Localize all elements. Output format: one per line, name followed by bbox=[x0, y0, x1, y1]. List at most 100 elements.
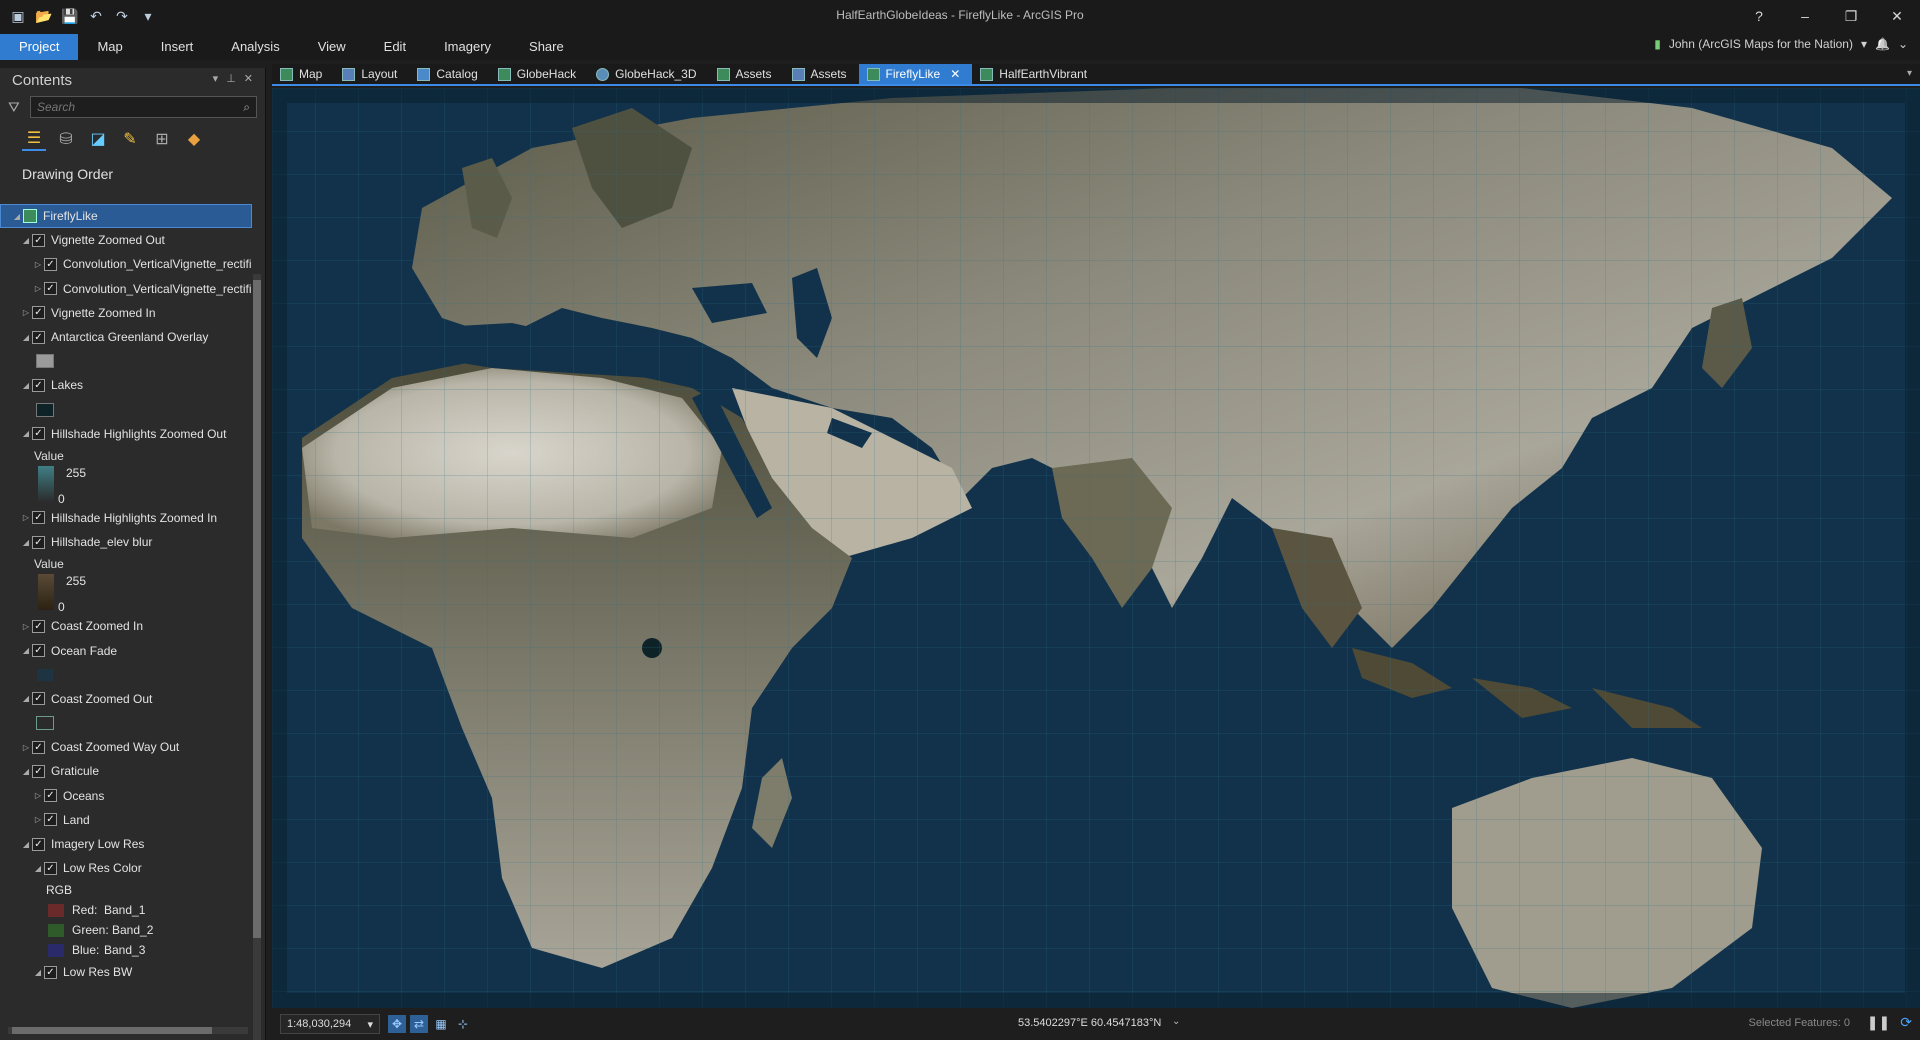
layer-row[interactable]: ▷ ✓ Convolution_VerticalVignette_rectifi… bbox=[0, 277, 252, 301]
tab-insert[interactable]: Insert bbox=[142, 34, 213, 60]
list-by-drawing-order-icon[interactable]: ☰ bbox=[22, 127, 46, 151]
collapse-icon[interactable]: ◢ bbox=[20, 429, 32, 438]
green-band-swatch[interactable] bbox=[48, 923, 64, 937]
tab-assets-map[interactable]: Assets bbox=[709, 64, 784, 84]
tab-analysis[interactable]: Analysis bbox=[212, 34, 298, 60]
collapse-icon[interactable]: ◢ bbox=[20, 840, 32, 849]
close-button[interactable]: ✕ bbox=[1874, 0, 1920, 32]
pane-pin-icon[interactable]: ⊥ bbox=[226, 72, 236, 88]
tab-fireflylike[interactable]: FireflyLike ✕ bbox=[858, 64, 973, 84]
user-menu-caret-icon[interactable]: ▾ bbox=[1861, 37, 1867, 51]
notification-bell-icon[interactable]: 🔔 bbox=[1875, 37, 1890, 51]
refresh-icon[interactable]: ⟳ bbox=[1900, 1014, 1912, 1031]
signed-in-user[interactable]: John (ArcGIS Maps for the Nation) bbox=[1669, 37, 1853, 51]
search-input[interactable] bbox=[37, 100, 244, 114]
scrollbar-thumb[interactable] bbox=[12, 1027, 212, 1034]
symbol-swatch[interactable] bbox=[36, 716, 54, 731]
layer-checkbox[interactable]: ✓ bbox=[32, 740, 45, 754]
layer-row[interactable]: ◢ ✓ Lakes bbox=[0, 373, 252, 397]
list-by-labeling-icon[interactable]: ◆ bbox=[182, 127, 206, 151]
layer-checkbox[interactable]: ✓ bbox=[44, 282, 57, 296]
expand-icon[interactable]: ▷ bbox=[32, 284, 44, 293]
toggle-view-icon[interactable]: ⇄ bbox=[410, 1015, 428, 1033]
tab-map[interactable]: Map bbox=[78, 34, 141, 60]
tab-edit[interactable]: Edit bbox=[365, 34, 425, 60]
layer-checkbox[interactable]: ✓ bbox=[32, 511, 45, 525]
tab-assets-layout[interactable]: Assets bbox=[784, 64, 859, 84]
layer-checkbox[interactable]: ✓ bbox=[44, 861, 57, 875]
tab-imagery[interactable]: Imagery bbox=[425, 34, 510, 60]
layer-checkbox[interactable]: ✓ bbox=[44, 813, 57, 827]
collapse-icon[interactable]: ◢ bbox=[20, 538, 32, 547]
layer-row[interactable]: ◢ ✓ Hillshade_elev blur bbox=[0, 530, 252, 554]
tab-map-view[interactable]: Map bbox=[272, 64, 334, 84]
layer-checkbox[interactable]: ✓ bbox=[32, 535, 45, 549]
collapse-icon[interactable]: ◢ bbox=[20, 694, 32, 703]
layer-checkbox[interactable]: ✓ bbox=[32, 644, 45, 658]
layer-checkbox[interactable]: ✓ bbox=[44, 257, 57, 271]
layer-row[interactable]: ▷ ✓ Convolution_VerticalVignette_rectifi… bbox=[0, 252, 252, 276]
layer-checkbox[interactable]: ✓ bbox=[32, 764, 45, 778]
map-canvas[interactable] bbox=[272, 88, 1920, 1008]
tab-layout-view[interactable]: Layout bbox=[334, 64, 409, 84]
coordinate-format-dropdown-icon[interactable]: ⌄ bbox=[1172, 1016, 1180, 1027]
layer-row[interactable]: ◢ ✓ Low Res BW bbox=[0, 960, 252, 984]
layer-row[interactable]: ▷ ✓ Coast Zoomed In bbox=[0, 614, 252, 638]
pause-drawing-icon[interactable]: ❚❚ bbox=[1867, 1014, 1890, 1031]
expand-icon[interactable]: ▷ bbox=[20, 622, 32, 631]
expand-icon[interactable]: ▷ bbox=[20, 513, 32, 522]
layer-row[interactable]: ◢ ✓ Coast Zoomed Out bbox=[0, 687, 252, 711]
scrollbar-thumb[interactable] bbox=[253, 280, 261, 938]
layer-checkbox[interactable]: ✓ bbox=[32, 330, 45, 344]
red-band-swatch[interactable] bbox=[48, 903, 64, 917]
collapse-icon[interactable]: ◢ bbox=[20, 333, 32, 342]
help-button[interactable]: ? bbox=[1736, 0, 1782, 32]
tab-view[interactable]: View bbox=[299, 34, 365, 60]
search-icon[interactable]: ⌕ bbox=[243, 100, 250, 115]
expand-icon[interactable]: ▷ bbox=[20, 743, 32, 752]
tab-catalog-view[interactable]: Catalog bbox=[409, 64, 489, 84]
tab-project[interactable]: Project bbox=[0, 34, 79, 60]
expand-icon[interactable]: ▷ bbox=[32, 791, 44, 800]
symbol-swatch[interactable] bbox=[36, 354, 54, 369]
layer-row[interactable]: ▷ ✓ Oceans bbox=[0, 784, 252, 808]
layer-checkbox[interactable]: ✓ bbox=[32, 378, 45, 392]
collapse-icon[interactable]: ◢ bbox=[20, 381, 32, 390]
collapse-icon[interactable]: ◢ bbox=[20, 236, 32, 245]
pane-close-icon[interactable]: ✕ bbox=[244, 72, 253, 88]
list-by-data-source-icon[interactable]: ⛁ bbox=[54, 127, 78, 151]
layer-checkbox[interactable]: ✓ bbox=[32, 306, 45, 320]
navigation-tool-icon[interactable]: ✥ bbox=[388, 1015, 406, 1033]
pane-options-icon[interactable]: ▾ bbox=[213, 72, 219, 88]
layer-row[interactable]: ◢ ✓ Ocean Fade bbox=[0, 638, 252, 662]
expand-icon[interactable]: ▷ bbox=[20, 308, 32, 317]
restore-button[interactable]: ❐ bbox=[1828, 0, 1874, 32]
symbol-swatch[interactable] bbox=[36, 667, 54, 682]
layer-checkbox[interactable]: ✓ bbox=[32, 692, 45, 706]
selected-features-count[interactable]: Selected Features: 0 bbox=[1748, 1017, 1850, 1029]
blue-band-swatch[interactable] bbox=[48, 943, 64, 957]
layer-checkbox[interactable]: ✓ bbox=[44, 965, 57, 979]
ribbon-collapse-icon[interactable]: ⌄ bbox=[1898, 37, 1908, 51]
map-node-fireflylike[interactable]: ◢ FireflyLike bbox=[0, 204, 252, 229]
minimize-button[interactable]: – bbox=[1782, 0, 1828, 32]
filter-icon[interactable]: ⛛ bbox=[8, 99, 24, 116]
tab-globehack-3d[interactable]: GlobeHack_3D bbox=[588, 64, 708, 84]
layer-checkbox[interactable]: ✓ bbox=[44, 789, 57, 803]
layer-checkbox[interactable]: ✓ bbox=[32, 233, 45, 247]
color-ramp[interactable] bbox=[38, 574, 54, 611]
tab-globehack[interactable]: GlobeHack bbox=[490, 64, 588, 84]
layer-row[interactable]: ▷ ✓ Hillshade Highlights Zoomed In bbox=[0, 506, 252, 530]
contents-horizontal-scrollbar[interactable] bbox=[8, 1027, 248, 1034]
layer-row[interactable]: ◢ ✓ Vignette Zoomed Out bbox=[0, 228, 252, 252]
collapse-icon[interactable]: ◢ bbox=[20, 646, 32, 655]
list-by-editing-icon[interactable]: ✎ bbox=[118, 127, 142, 151]
snapping-icon[interactable]: ⊹ bbox=[454, 1015, 472, 1033]
collapse-icon[interactable]: ◢ bbox=[32, 864, 44, 873]
color-ramp[interactable] bbox=[38, 465, 54, 502]
collapse-icon[interactable]: ◢ bbox=[32, 968, 44, 977]
expand-icon[interactable]: ▷ bbox=[32, 815, 44, 824]
close-tab-icon[interactable]: ✕ bbox=[950, 67, 960, 81]
layer-row[interactable]: ◢ ✓ Graticule bbox=[0, 759, 252, 783]
layer-row[interactable]: ▷ ✓ Land bbox=[0, 808, 252, 832]
